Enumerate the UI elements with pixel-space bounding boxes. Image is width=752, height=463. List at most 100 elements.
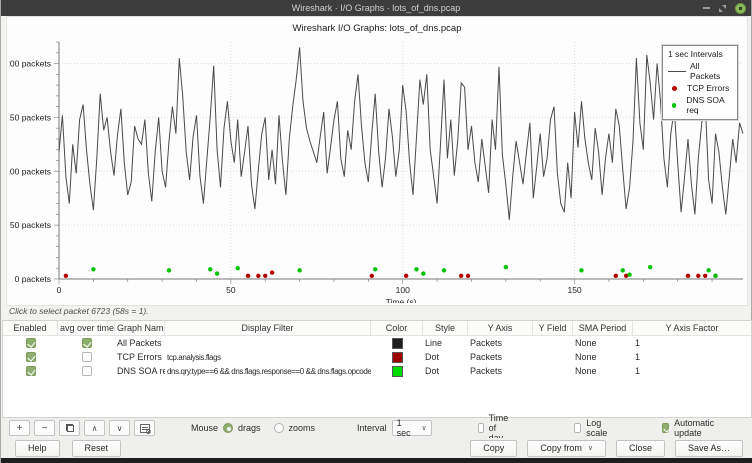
hint-row: Click to select packet 6723 (58s = 1).: [1, 306, 752, 320]
automatic-update-checkbox[interactable]: [662, 423, 669, 433]
copy-button[interactable]: Copy: [470, 440, 517, 457]
svg-text:0 packets: 0 packets: [15, 274, 51, 284]
svg-text:150: 150: [567, 285, 581, 295]
y-axis-factor-cell[interactable]: 1: [633, 352, 751, 362]
svg-text:Time (s): Time (s): [386, 297, 417, 303]
io-graphs-window: Wireshark · I/O Graphs · lots_of_dns.pca…: [0, 0, 752, 463]
minimize-icon[interactable]: [703, 7, 710, 9]
mouse-drags-radio[interactable]: [223, 423, 233, 433]
graph-name-cell[interactable]: DNS SOA req: [115, 366, 165, 376]
interval-label: Interval: [357, 423, 387, 433]
col-enabled[interactable]: Enabled: [3, 321, 58, 336]
io-graph-chart[interactable]: 0501001500 packets50 packets100 packets1…: [9, 37, 747, 303]
svg-text:200 packets: 200 packets: [9, 59, 51, 69]
window-title: Wireshark · I/O Graphs · lots_of_dns.pca…: [292, 3, 461, 13]
graphs-table: Enabled avg over time Graph Name Display…: [2, 320, 752, 418]
col-display-filter[interactable]: Display Filter: [165, 321, 371, 336]
tcp-errors-dot-icon: [672, 86, 677, 91]
titlebar[interactable]: Wireshark · I/O Graphs · lots_of_dns.pca…: [1, 0, 751, 16]
chevron-down-icon: ∨: [588, 444, 593, 452]
interval-select[interactable]: 1 sec ∨: [392, 420, 432, 436]
enabled-checkbox[interactable]: [26, 352, 36, 362]
time-of-day-checkbox[interactable]: [478, 423, 484, 433]
interval-value: 1 sec: [397, 418, 416, 438]
graph-name-cell[interactable]: All Packets: [115, 338, 165, 348]
sma-period-cell[interactable]: None: [573, 338, 633, 348]
close-icon[interactable]: [735, 3, 746, 14]
avg-over-time-checkbox[interactable]: [82, 366, 92, 376]
sma-period-cell[interactable]: None: [573, 366, 633, 376]
svg-text:50: 50: [226, 285, 236, 295]
mouse-label: Mouse: [191, 423, 218, 433]
sheet-gear-icon: [140, 424, 150, 433]
copy-from-label: Copy from: [540, 443, 582, 453]
table-row[interactable]: DNS SOA req dns.qry.type==6 && dns.flags…: [3, 364, 751, 378]
svg-text:150 packets: 150 packets: [9, 112, 51, 122]
enabled-checkbox[interactable]: [26, 366, 36, 376]
automatic-update-label[interactable]: Automatic update: [674, 418, 717, 438]
style-cell[interactable]: Line: [423, 338, 468, 348]
close-button[interactable]: Close: [616, 440, 665, 457]
table-row[interactable]: TCP Errors tcp.analysis.flags Dot Packet…: [3, 350, 751, 364]
legend-label-dns-soa: DNS SOA req: [686, 95, 732, 115]
log-scale-label[interactable]: Log scale: [586, 418, 610, 438]
copy-from-button[interactable]: Copy from ∨: [527, 440, 606, 457]
y-axis-factor-cell[interactable]: 1: [633, 338, 751, 348]
y-axis-cell[interactable]: Packets: [468, 352, 533, 362]
col-y-axis[interactable]: Y Axis: [468, 321, 533, 336]
table-header: Enabled avg over time Graph Name Display…: [3, 321, 751, 336]
legend-label-tcp-errors: TCP Errors: [687, 83, 729, 93]
col-color[interactable]: Color: [371, 321, 423, 336]
move-up-button[interactable]: ∧: [84, 420, 105, 436]
remove-graph-button[interactable]: −: [34, 420, 55, 436]
sma-period-cell[interactable]: None: [573, 352, 633, 362]
log-scale-checkbox[interactable]: [574, 423, 581, 433]
avg-over-time-checkbox[interactable]: [82, 338, 92, 348]
display-filter-cell[interactable]: tcp.analysis.flags: [165, 353, 371, 362]
mouse-zooms-radio[interactable]: [274, 423, 284, 433]
chart-title: Wireshark I/O Graphs: lots_of_dns.pcap: [7, 17, 747, 34]
chevron-up-icon: ∧: [92, 424, 98, 433]
color-swatch[interactable]: [392, 338, 403, 349]
color-swatch[interactable]: [392, 352, 403, 363]
enabled-checkbox[interactable]: [26, 338, 36, 348]
y-axis-cell[interactable]: Packets: [468, 366, 533, 376]
svg-text:0: 0: [57, 285, 62, 295]
mouse-zooms-label[interactable]: zooms: [289, 423, 316, 433]
color-swatch[interactable]: [392, 366, 403, 377]
footer-bar: Help Reset Copy Copy from ∨ Close Save A…: [1, 438, 752, 458]
legend-title: 1 sec Intervals: [668, 49, 732, 59]
style-cell[interactable]: Dot: [423, 366, 468, 376]
add-graph-button[interactable]: +: [9, 420, 30, 436]
mouse-drags-label[interactable]: drags: [238, 423, 261, 433]
col-sma-period[interactable]: SMA Period: [573, 321, 633, 336]
col-y-field[interactable]: Y Field: [533, 321, 573, 336]
chart-panel: Wireshark I/O Graphs: lots_of_dns.pcap 0…: [6, 16, 748, 306]
col-y-axis-factor[interactable]: Y Axis Factor: [633, 321, 751, 336]
avg-over-time-checkbox[interactable]: [82, 352, 92, 362]
dns-soa-dot-icon: [672, 103, 676, 108]
col-style[interactable]: Style: [423, 321, 468, 336]
help-button[interactable]: Help: [15, 440, 60, 457]
duplicate-icon: [66, 424, 74, 432]
move-down-button[interactable]: ∨: [109, 420, 130, 436]
chart-legend: 1 sec Intervals All Packets TCP Errors D…: [662, 45, 738, 120]
legend-label-all-packets: All Packets: [690, 61, 732, 81]
svg-text:100: 100: [396, 285, 410, 295]
clear-graphs-button[interactable]: [134, 420, 155, 436]
controls-bar: + − ∧ ∨ Mouse drags zooms Interval 1 sec…: [1, 418, 752, 438]
save-as-button[interactable]: Save As…: [675, 440, 743, 457]
reset-button[interactable]: Reset: [72, 440, 122, 457]
graph-name-cell[interactable]: TCP Errors: [115, 352, 165, 362]
style-cell[interactable]: Dot: [423, 352, 468, 362]
all-packets-line-icon: [668, 71, 686, 72]
col-graph-name[interactable]: Graph Name: [115, 321, 165, 336]
minus-icon: −: [42, 423, 48, 434]
y-axis-cell[interactable]: Packets: [468, 338, 533, 348]
col-avg-over-time[interactable]: avg over time: [58, 321, 115, 336]
duplicate-graph-button[interactable]: [59, 420, 80, 436]
restore-icon[interactable]: [719, 5, 726, 12]
y-axis-factor-cell[interactable]: 1: [633, 366, 751, 376]
table-row[interactable]: All Packets Line Packets None 1: [3, 336, 751, 350]
display-filter-cell[interactable]: dns.qry.type==6 && dns.flags.response==0…: [165, 367, 371, 376]
